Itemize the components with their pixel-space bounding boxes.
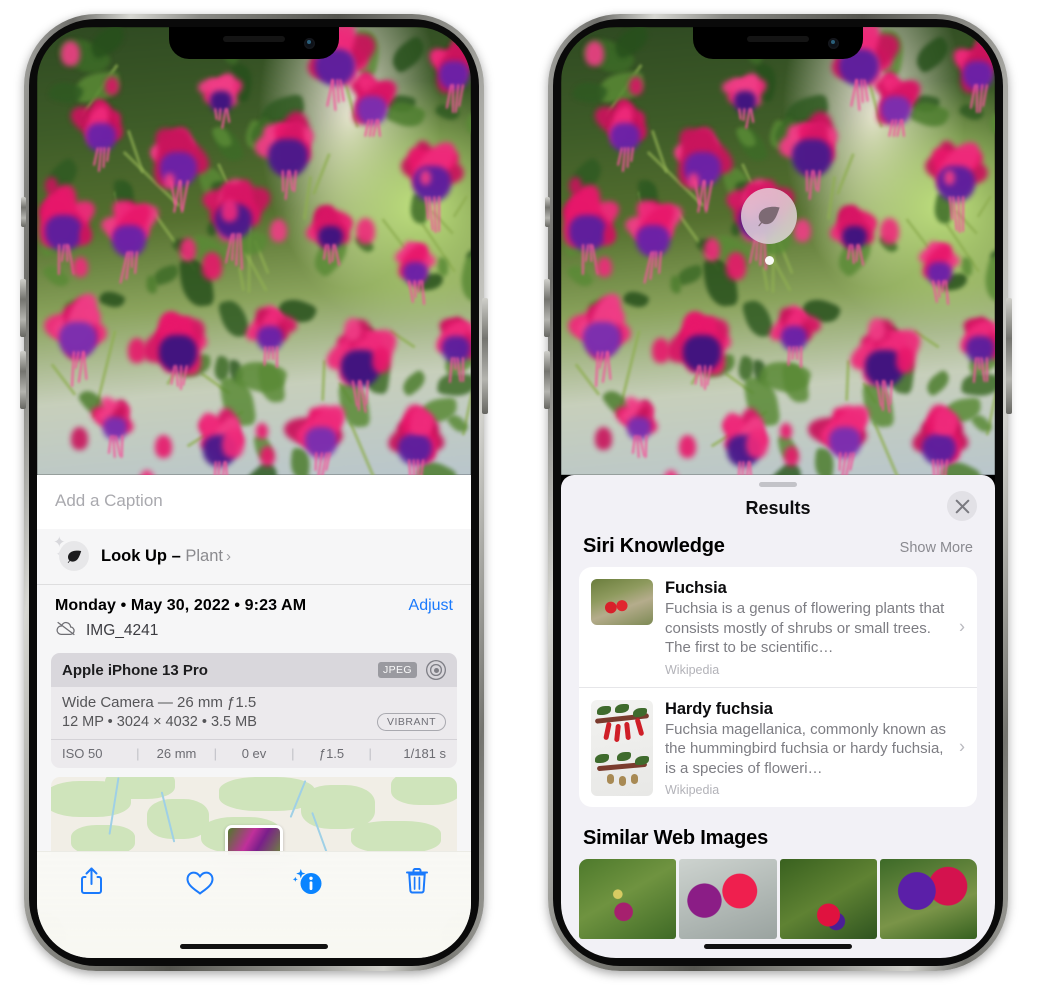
caption-field[interactable]: Add a Caption [37,475,471,529]
mute-switch[interactable] [21,197,26,227]
notch [693,27,863,59]
camera-device-name: Apple iPhone 13 Pro [62,661,208,679]
metadata-row: Monday • May 30, 2022 • 9:23 AM Adjust [37,585,471,617]
knowledge-thumbnail [591,699,653,796]
exif-value: 1/181 s [403,746,447,761]
photo-toolbar [37,851,471,958]
camera-card-header: Apple iPhone 13 Pro JPEG [51,653,457,687]
photo-date: Monday • May 30, 2022 • 9:23 AM [55,597,307,614]
chevron-right-icon: › [959,616,965,637]
similar-images-header: Similar Web Images [561,807,995,859]
iphone-right: Results Siri Knowledge Show More Fuchsia… [544,14,1012,971]
knowledge-description: Fuchsia is a genus of flowering plants t… [665,600,945,656]
delete-button[interactable] [363,866,472,896]
chevron-right-icon: › [225,547,231,565]
exif-value: 26 mm [156,746,197,761]
siri-knowledge-card-list: Fuchsia Fuchsia is a genus of flowering … [579,567,977,807]
volume-up-button[interactable] [544,279,550,337]
look-up-subject: Plant [185,546,223,565]
knowledge-body: Fuchsia Fuchsia is a genus of flowering … [665,579,965,677]
chevron-right-icon: › [959,736,965,757]
leaf-icon [741,188,797,244]
power-button[interactable] [1006,298,1012,414]
exif-value: ISO 50 [62,746,103,761]
similar-images-title: Similar Web Images [583,827,768,849]
look-up-label: Look Up – Plant › [101,546,231,565]
iphone-left: Add a Caption ✦ ✦ Look Up – Plant› Monda… [20,14,488,971]
look-up-badge: ✦ ✦ [53,535,89,573]
format-badge: JPEG [377,662,417,678]
info-button[interactable] [254,866,363,897]
lookup-anchor-dot [764,256,774,265]
share-icon [80,867,102,894]
knowledge-title: Hardy fuchsia [665,699,773,718]
camera-card-body: Wide Camera — 26 mm ƒ1.5 12 MP • 3024 × … [51,687,457,739]
favorite-button[interactable] [146,866,255,897]
share-button[interactable] [37,866,146,896]
siri-knowledge-header: Siri Knowledge Show More [561,535,995,567]
knowledge-thumbnail [591,579,653,625]
exif-value: 0 ev [241,746,267,761]
knowledge-title: Fuchsia [665,579,727,597]
filename-row: IMG_4241 [37,617,471,653]
front-camera-icon [304,38,315,49]
knowledge-source: Wikipedia [665,662,720,677]
close-icon [955,499,969,513]
earpiece-speaker [747,36,809,42]
similar-image-thumbnail[interactable] [879,859,977,939]
look-up-row[interactable]: ✦ ✦ Look Up – Plant› [37,529,471,585]
siri-knowledge-title: Siri Knowledge [583,535,725,557]
exif-value: ƒ1.5 [318,746,345,761]
home-indicator[interactable] [180,944,328,949]
knowledge-body: Hardy fuchsia Fuchsia magellanica, commo… [665,700,965,798]
file-specs: 12 MP • 3024 × 4032 • 3.5 MB [62,714,257,730]
location-map-card[interactable] [51,777,457,855]
camera-info-card[interactable]: Apple iPhone 13 Pro JPEG Wide Camera — 2… [51,653,457,768]
photo-viewer[interactable] [37,27,471,475]
photo-filename: IMG_4241 [86,622,159,639]
photographic-style-badge: VIBRANT [376,713,446,731]
raw-target-icon [426,660,446,680]
notch [169,27,339,59]
heart-icon [186,871,214,895]
lens-info: Wide Camera — 26 mm ƒ1.5 [62,694,257,711]
visual-lookup-badge[interactable] [741,188,797,265]
results-sheet: Results Siri Knowledge Show More Fuchsia… [561,475,995,958]
knowledge-row[interactable]: Hardy fuchsia Fuchsia magellanica, commo… [579,686,977,808]
screen-left: Add a Caption ✦ ✦ Look Up – Plant› Monda… [37,27,471,958]
cloud-slash-icon [55,621,77,641]
front-camera-icon [828,38,839,49]
volume-down-button[interactable] [544,351,550,409]
similar-images-strip[interactable] [561,859,995,939]
photo-foliage [37,27,471,475]
results-title: Results [745,498,811,518]
similar-image-thumbnail[interactable] [679,859,777,939]
knowledge-row[interactable]: Fuchsia Fuchsia is a genus of flowering … [579,567,977,687]
trash-icon [405,867,428,894]
similar-image-thumbnail[interactable] [779,859,877,939]
caption-placeholder: Add a Caption [55,491,163,510]
volume-up-button[interactable] [20,279,26,337]
mute-switch[interactable] [545,197,550,227]
power-button[interactable] [482,298,488,414]
leaf-icon [59,541,89,571]
volume-down-button[interactable] [20,351,26,409]
exif-row: ISO 50 | 26 mm | 0 ev | ƒ1.5 | 1/181 s [51,739,457,768]
file-specs-row: 12 MP • 3024 × 4032 • 3.5 MB VIBRANT [62,713,446,731]
show-more-button[interactable]: Show More [900,540,973,556]
info-sparkle-icon [293,869,322,894]
knowledge-source: Wikipedia [665,783,720,797]
close-button[interactable] [947,491,977,521]
similar-image-thumbnail[interactable] [579,859,677,939]
knowledge-description: Fuchsia magellanica, commonly known as t… [665,720,946,777]
adjust-button[interactable]: Adjust [409,597,453,615]
home-indicator[interactable] [704,944,852,949]
earpiece-speaker [223,36,285,42]
results-header: Results [561,487,995,535]
screen-right: Results Siri Knowledge Show More Fuchsia… [561,27,995,958]
